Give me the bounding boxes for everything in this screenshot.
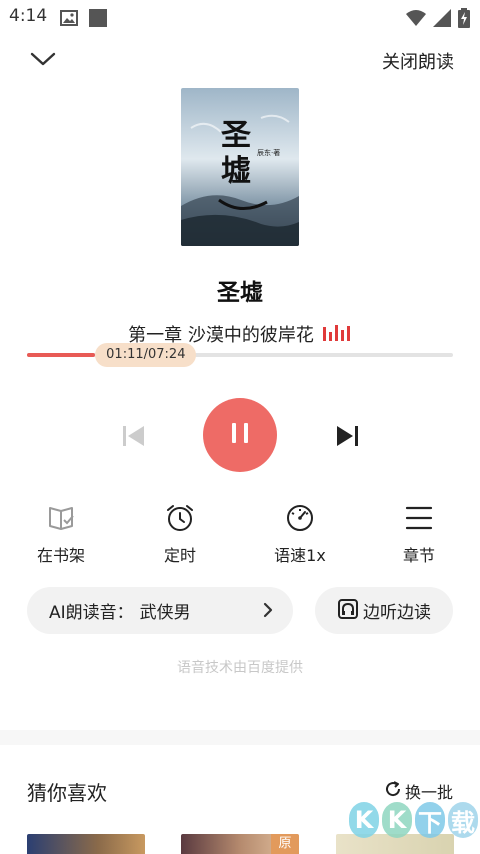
chevron-right-icon: [263, 602, 273, 622]
chapter-row: 第一章 沙漠中的彼岸花: [0, 321, 480, 347]
refresh-icon: [384, 780, 402, 802]
close-reading-button[interactable]: 关闭朗读: [382, 48, 454, 74]
voice-selector[interactable]: AI朗读音： 武侠男: [27, 587, 293, 634]
speed-label: 语速1x: [274, 546, 326, 565]
progress-time-label[interactable]: 01:11/07:24: [95, 343, 197, 367]
cover-title: 圣墟: [221, 118, 251, 189]
watermark-char: 下: [415, 802, 445, 838]
book-cover[interactable]: 圣墟 辰东·著: [181, 88, 299, 246]
status-time: 4:14: [9, 6, 48, 26]
pause-button[interactable]: [203, 398, 277, 472]
skip-previous-icon: [120, 426, 148, 454]
menu-lines-icon: [405, 505, 433, 535]
battery-charging-icon: [458, 8, 470, 32]
progress-fill: [27, 353, 96, 357]
progress-track[interactable]: [27, 353, 453, 357]
watermark-char: 载: [448, 802, 478, 838]
chapters-button[interactable]: 章节: [374, 504, 464, 566]
timer-button[interactable]: 定时: [135, 504, 225, 566]
speed-button[interactable]: 语速1x: [255, 504, 345, 566]
chevron-down-icon: [30, 51, 56, 71]
listen-read-label: 边听边读: [363, 603, 431, 623]
next-chapter-button[interactable]: [333, 422, 361, 450]
chapters-label: 章节: [402, 546, 435, 565]
original-badge: 原: [271, 834, 299, 854]
watermark: K K 下 载: [349, 802, 478, 838]
top-row: 关闭朗读: [0, 34, 480, 88]
bookshelf-label: 在书架: [36, 546, 85, 565]
skip-next-icon: [333, 426, 361, 454]
pause-icon: [227, 420, 253, 450]
image-icon: [60, 10, 78, 30]
status-bar: 4:14: [0, 0, 480, 34]
watermark-char: K: [349, 802, 379, 838]
refresh-button[interactable]: 换一批: [384, 779, 453, 803]
listen-read-button[interactable]: 边听边读: [315, 587, 453, 634]
watermark-char: K: [382, 802, 412, 838]
refresh-label: 换一批: [404, 783, 453, 802]
cover-author: 辰东·著: [257, 149, 281, 157]
headphone-book-icon: [337, 598, 359, 624]
wifi-icon: [406, 10, 426, 30]
recommend-title: 猜你喜欢: [27, 781, 107, 805]
square-icon: [88, 8, 108, 32]
speedometer-icon: [285, 503, 315, 537]
book-title: 圣墟: [217, 280, 263, 306]
bookshelf-check-icon: [47, 504, 75, 536]
signal-icon: [433, 9, 451, 31]
collapse-button[interactable]: [26, 46, 60, 76]
sound-wave-icon: [322, 323, 352, 345]
provider-note: 语音技术由百度提供: [177, 660, 303, 676]
recommended-book-cover[interactable]: 原: [181, 834, 299, 854]
recommended-book-cover[interactable]: [27, 834, 145, 854]
voice-value: 武侠男: [139, 603, 191, 623]
bookshelf-button[interactable]: 在书架: [16, 504, 106, 566]
timer-label: 定时: [163, 546, 196, 565]
alarm-clock-icon: [165, 503, 195, 537]
voice-label: AI朗读音：: [49, 603, 134, 623]
previous-chapter-button[interactable]: [120, 422, 148, 450]
